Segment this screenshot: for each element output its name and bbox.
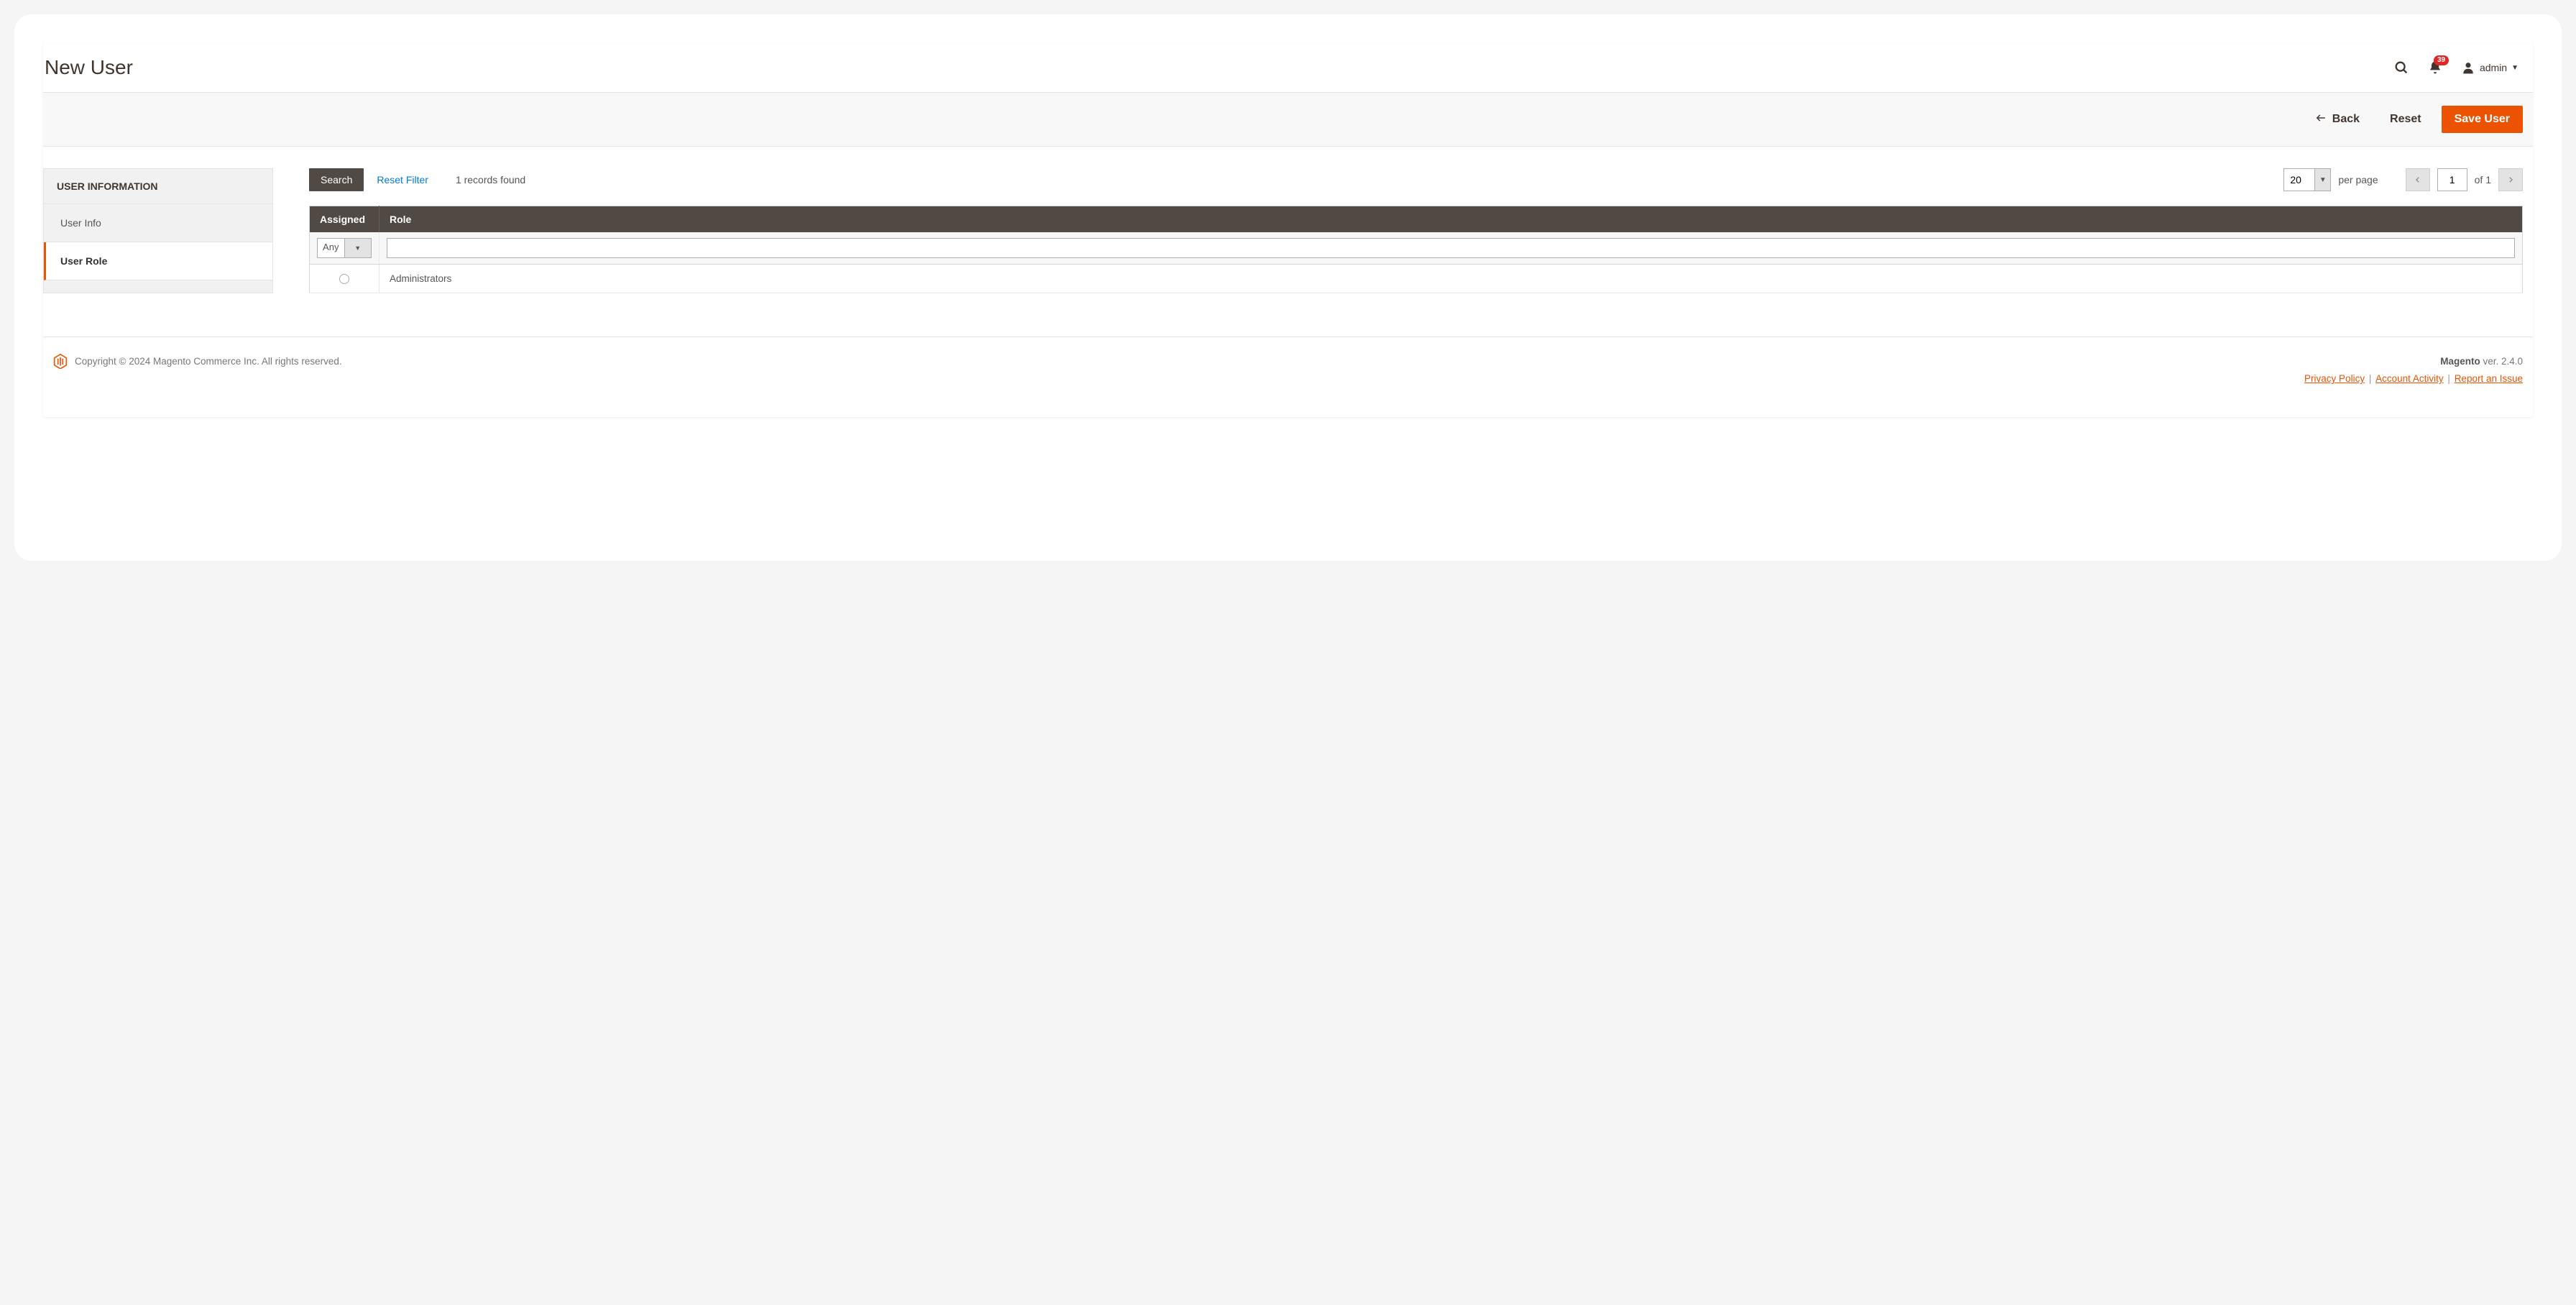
chevron-down-icon: ▼ [344, 239, 372, 257]
privacy-policy-link[interactable]: Privacy Policy [2304, 373, 2365, 384]
records-found-label: 1 records found [456, 174, 525, 186]
user-icon [2461, 60, 2475, 75]
magento-logo-icon [53, 353, 68, 369]
table-row[interactable]: Administrators [310, 265, 2523, 293]
filter-assigned-value: Any [318, 239, 344, 257]
role-name-cell: Administrators [380, 265, 2523, 293]
col-header-role[interactable]: Role [380, 206, 2523, 233]
notification-count-badge: 39 [2434, 55, 2449, 65]
user-name-label: admin [2480, 62, 2507, 73]
notifications-button[interactable]: 39 [2428, 60, 2442, 75]
chevron-down-icon[interactable]: ▼ [2314, 169, 2330, 191]
arrow-left-icon [2315, 113, 2327, 127]
assign-role-radio[interactable] [339, 274, 349, 284]
pager-prev-button[interactable] [2406, 168, 2430, 191]
back-button-label: Back [2332, 113, 2360, 126]
account-activity-link[interactable]: Account Activity [2375, 373, 2444, 384]
reset-filter-link[interactable]: Reset Filter [377, 174, 428, 186]
version-label: ver. 2.4.0 [2480, 356, 2523, 367]
reset-button[interactable]: Reset [2380, 107, 2432, 132]
back-button[interactable]: Back [2305, 107, 2370, 132]
search-icon[interactable] [2393, 60, 2409, 75]
col-header-assigned[interactable]: Assigned [310, 206, 380, 233]
pager-current-input[interactable] [2437, 168, 2467, 191]
side-tabs: USER INFORMATION User Info User Role [43, 168, 273, 293]
filter-assigned-select[interactable]: Any ▼ [317, 238, 372, 258]
chevron-down-icon: ▼ [2511, 64, 2518, 72]
side-tabs-heading: USER INFORMATION [44, 169, 272, 204]
pager-of-label: of 1 [2475, 174, 2491, 186]
tab-user-info[interactable]: User Info [44, 204, 272, 242]
per-page-select[interactable]: ▼ [2283, 168, 2331, 191]
pager-next-button[interactable] [2498, 168, 2523, 191]
product-name: Magento [2440, 356, 2480, 367]
page-title: New User [45, 56, 133, 79]
per-page-label: per page [2338, 174, 2378, 186]
roles-grid: Assigned Role Any ▼ [309, 206, 2523, 293]
user-menu[interactable]: admin ▼ [2461, 60, 2518, 75]
report-issue-link[interactable]: Report an Issue [2455, 373, 2523, 384]
filter-role-input[interactable] [387, 238, 2515, 258]
save-user-button[interactable]: Save User [2442, 106, 2523, 133]
grid-search-button[interactable]: Search [309, 168, 364, 191]
per-page-input[interactable] [2284, 169, 2314, 191]
copyright-text: Copyright © 2024 Magento Commerce Inc. A… [75, 356, 342, 367]
tab-user-role[interactable]: User Role [44, 242, 272, 280]
